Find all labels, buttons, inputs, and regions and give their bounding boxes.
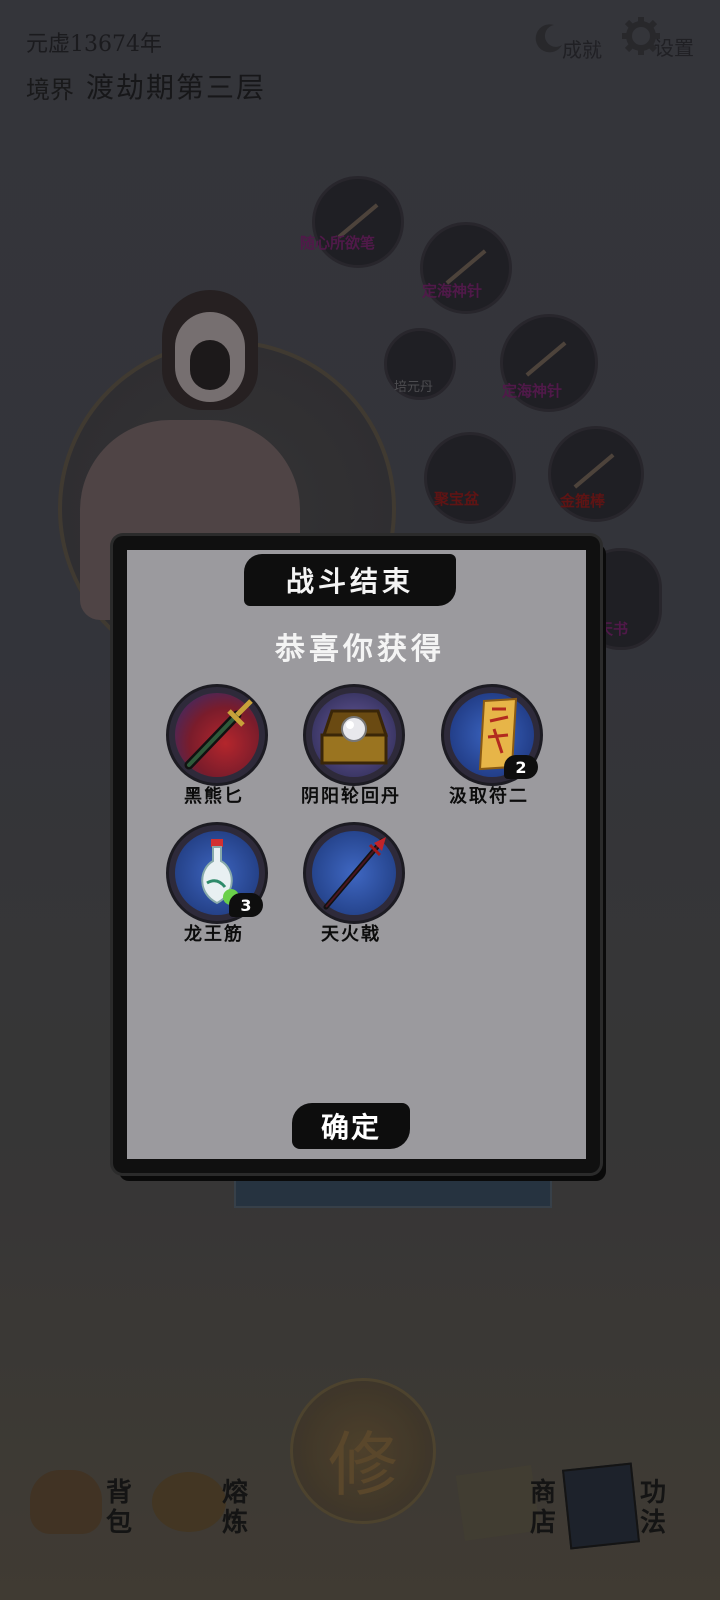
reward-item-1[interactable] <box>166 684 268 786</box>
halberd-icon <box>323 837 386 910</box>
reward-item-name: 龙王筋 <box>184 924 244 945</box>
reward-item-name: 天火戟 <box>321 924 381 945</box>
reward-item-3[interactable]: 2 <box>441 684 543 786</box>
item-count-badge: 3 <box>229 893 263 917</box>
dialog-subtitle: 恭喜你获得 <box>275 632 445 667</box>
reward-item-name: 阴阳轮回丹 <box>301 786 401 807</box>
dagger-icon <box>184 699 253 770</box>
reward-item-name: 汲取符二 <box>449 786 529 807</box>
dialog-title: 战斗结束 <box>285 565 414 598</box>
confirm-button[interactable]: 确定 <box>292 1103 410 1149</box>
reward-item-name: 黑熊匕 <box>184 786 244 807</box>
confirm-label: 确定 <box>320 1111 381 1144</box>
dialog-title-banner: 战斗结束 <box>244 554 456 606</box>
reward-item-5[interactable] <box>303 822 405 924</box>
treasure-chest-icon <box>320 709 389 765</box>
reward-item-2[interactable] <box>303 684 405 786</box>
item-count-badge: 2 <box>504 755 538 779</box>
reward-item-4[interactable]: 3 <box>166 822 268 924</box>
